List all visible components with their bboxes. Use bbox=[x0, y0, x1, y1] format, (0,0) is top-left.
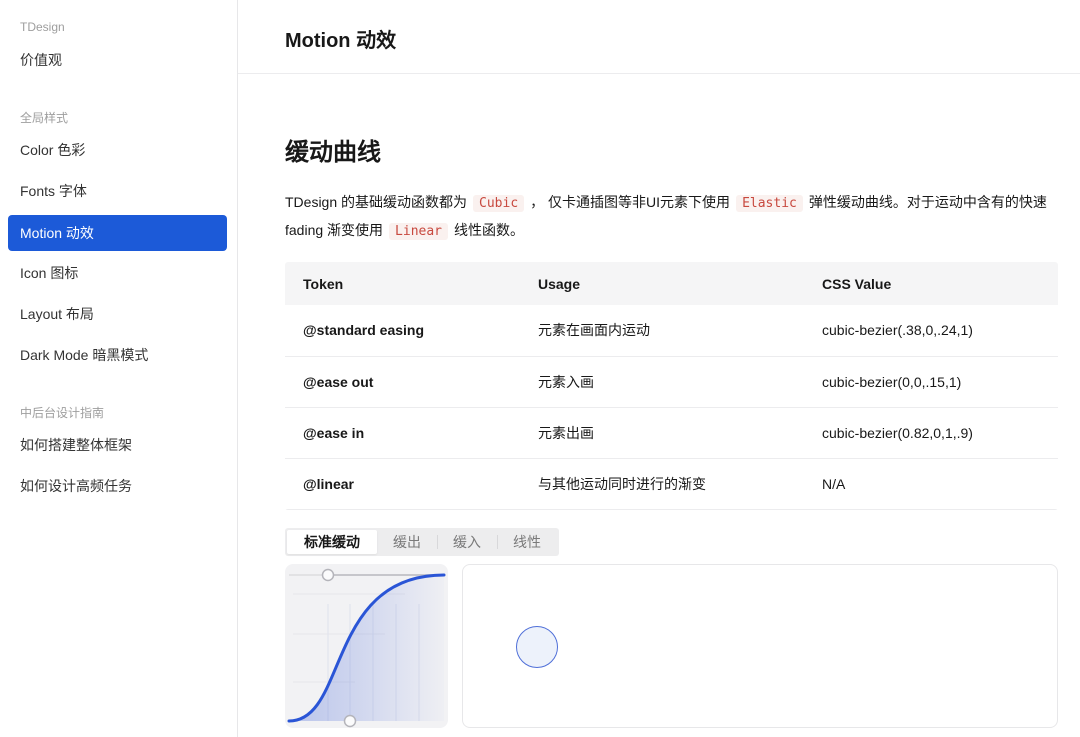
tab-ease-out[interactable]: 缓出 bbox=[377, 530, 437, 554]
sidebar-item-fonts[interactable]: Fonts 字体 bbox=[0, 171, 237, 212]
section-title: 缓动曲线 bbox=[285, 132, 1058, 167]
app-window: TDesign 价值观 全局样式 Color 色彩 Fonts 字体 Motio… bbox=[0, 0, 1080, 737]
page-header: Motion 动效 bbox=[238, 0, 1080, 74]
main-area: Motion 动效 缓动曲线 TDesign 的基础缓动函数都为 Cubic ， 仅… bbox=[238, 0, 1080, 737]
sidebar: TDesign 价值观 全局样式 Color 色彩 Fonts 字体 Motio… bbox=[0, 0, 238, 737]
animation-stage bbox=[462, 564, 1058, 728]
sidebar-section-admin-guide: 中后台设计指南 bbox=[0, 401, 237, 425]
tab-ease-in[interactable]: 缓入 bbox=[437, 530, 497, 554]
sidebar-section-global-styles: 全局样式 bbox=[0, 106, 237, 130]
table-row: @ease in 元素出画 cubic-bezier(0.82,0,1,.9) bbox=[285, 407, 1058, 458]
column-header-css-value: CSS Value bbox=[804, 262, 1058, 305]
content: 缓动曲线 TDesign 的基础缓动函数都为 Cubic ， 仅卡通插图等非UI元素… bbox=[238, 74, 1080, 728]
sidebar-item-motion[interactable]: Motion 动效 bbox=[8, 215, 227, 251]
tab-standard-easing[interactable]: 标准缓动 bbox=[287, 530, 377, 554]
bezier-curve-graphic bbox=[285, 564, 448, 728]
tab-linear[interactable]: 线性 bbox=[497, 530, 557, 554]
usage-cell: 元素入画 bbox=[520, 356, 804, 407]
usage-cell: 与其他运动同时进行的渐变 bbox=[520, 458, 804, 509]
demo-row bbox=[285, 564, 1058, 728]
sidebar-item-design-tasks[interactable]: 如何设计高频任务 bbox=[0, 466, 237, 507]
easing-tabs: 标准缓动 缓出 缓入 线性 bbox=[285, 528, 559, 556]
sidebar-item-color[interactable]: Color 色彩 bbox=[0, 130, 237, 171]
token-cell: @linear bbox=[285, 458, 520, 509]
sidebar-item-layout[interactable]: Layout 布局 bbox=[0, 294, 237, 335]
intro-text: ， 仅卡通插图等非UI元素下使用 bbox=[530, 194, 730, 210]
page-title: Motion 动效 bbox=[285, 24, 1080, 53]
animated-ball[interactable] bbox=[516, 626, 558, 668]
css-value-cell: cubic-bezier(0,0,.15,1) bbox=[804, 356, 1058, 407]
usage-cell: 元素在画面内运动 bbox=[520, 305, 804, 356]
code-chip-elastic: Elastic bbox=[736, 195, 803, 212]
intro-text: 线性函数。 bbox=[454, 222, 524, 238]
token-cell: @ease out bbox=[285, 356, 520, 407]
sidebar-item-dark-mode[interactable]: Dark Mode 暗黑模式 bbox=[0, 335, 237, 376]
css-value-cell: cubic-bezier(.38,0,.24,1) bbox=[804, 305, 1058, 356]
token-cell: @ease in bbox=[285, 407, 520, 458]
token-cell: @standard easing bbox=[285, 305, 520, 356]
css-value-cell: cubic-bezier(0.82,0,1,.9) bbox=[804, 407, 1058, 458]
easing-token-table: Token Usage CSS Value @standard easing 元… bbox=[285, 262, 1058, 510]
sidebar-item-icon[interactable]: Icon 图标 bbox=[0, 253, 237, 294]
bezier-handle-p1 bbox=[345, 715, 356, 726]
table-row: @linear 与其他运动同时进行的渐变 N/A bbox=[285, 458, 1058, 509]
code-chip-cubic: Cubic bbox=[473, 195, 524, 212]
usage-cell: 元素出画 bbox=[520, 407, 804, 458]
table-header-row: Token Usage CSS Value bbox=[285, 262, 1058, 305]
intro-text: TDesign 的基础缓动函数都为 bbox=[285, 194, 467, 210]
intro-paragraph: TDesign 的基础缓动函数都为 Cubic ， 仅卡通插图等非UI元素下使用 El… bbox=[285, 189, 1058, 245]
column-header-usage: Usage bbox=[520, 262, 804, 305]
code-chip-linear: Linear bbox=[389, 223, 448, 240]
sidebar-item-build-framework[interactable]: 如何搭建整体框架 bbox=[0, 425, 237, 466]
bezier-curve-editor[interactable] bbox=[285, 564, 448, 728]
column-header-token: Token bbox=[285, 262, 520, 305]
table-row: @ease out 元素入画 cubic-bezier(0,0,.15,1) bbox=[285, 356, 1058, 407]
sidebar-item-values[interactable]: 价值观 bbox=[0, 40, 237, 81]
bezier-handle-p2 bbox=[323, 569, 334, 580]
css-value-cell: N/A bbox=[804, 458, 1058, 509]
table-row: @standard easing 元素在画面内运动 cubic-bezier(.… bbox=[285, 305, 1058, 356]
brand-label: TDesign bbox=[0, 14, 237, 40]
